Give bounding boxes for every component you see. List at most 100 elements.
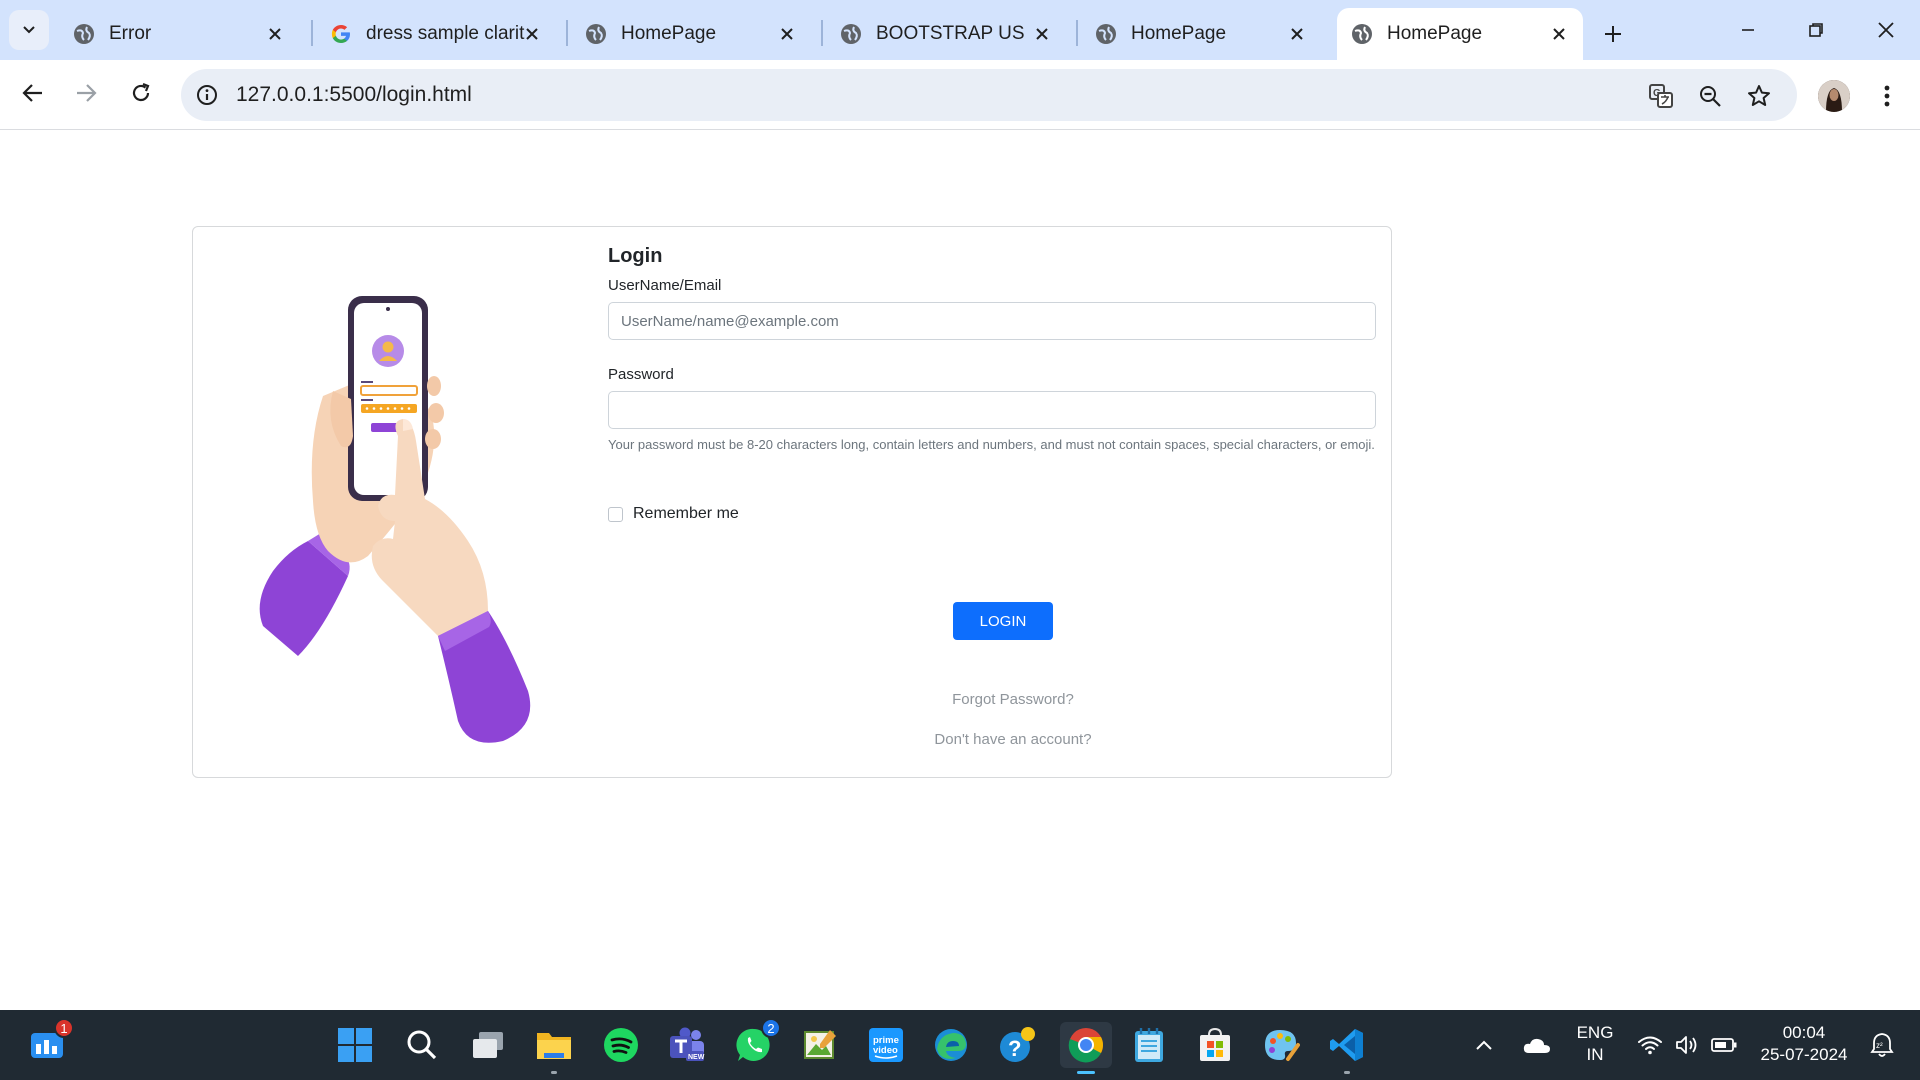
tab-homepage-2[interactable]: HomePage xyxy=(1081,8,1321,60)
phone-login-illustration xyxy=(259,296,531,743)
new-tab-button[interactable] xyxy=(1595,16,1631,52)
close-icon[interactable] xyxy=(1285,22,1309,46)
volume-icon xyxy=(1676,1036,1697,1054)
widgets-button[interactable]: 1 xyxy=(24,1018,74,1068)
wifi-button[interactable] xyxy=(1632,1022,1668,1068)
photo-editor-icon xyxy=(804,1030,836,1059)
help-icon: ? xyxy=(1000,1027,1035,1062)
prime-video-button[interactable]: prime video xyxy=(863,1022,909,1068)
profile-avatar[interactable] xyxy=(1818,80,1850,112)
taskbar-search-button[interactable] xyxy=(399,1022,445,1068)
site-info-icon[interactable] xyxy=(193,81,221,109)
vscode-button[interactable] xyxy=(1324,1022,1370,1074)
zoom-icon[interactable] xyxy=(1695,81,1725,111)
battery-button[interactable] xyxy=(1706,1022,1742,1068)
photos-button[interactable] xyxy=(797,1022,843,1068)
chevron-down-icon xyxy=(23,26,35,34)
whatsapp-button[interactable]: 2 xyxy=(731,1018,781,1068)
close-window-button[interactable] xyxy=(1856,10,1916,50)
svg-text:NEW: NEW xyxy=(688,1054,705,1061)
input-language-indicator[interactable]: ENG IN xyxy=(1566,1022,1624,1066)
globe-icon xyxy=(74,24,94,44)
running-indicator xyxy=(1344,1071,1350,1074)
login-form: Login UserName/Email UserName/name@examp… xyxy=(608,245,1376,748)
tab-separator xyxy=(311,20,313,46)
onedrive-button[interactable] xyxy=(1517,1022,1557,1068)
username-placeholder: UserName/name@example.com xyxy=(621,312,839,330)
clock-time: 00:04 xyxy=(1782,1023,1826,1042)
back-button[interactable] xyxy=(13,73,53,113)
vscode-icon xyxy=(1330,1029,1363,1061)
reload-button[interactable] xyxy=(121,73,161,113)
svg-text:video: video xyxy=(873,1045,898,1056)
login-button[interactable]: LOGIN xyxy=(953,602,1053,640)
notepad-button[interactable] xyxy=(1126,1022,1172,1068)
paint-button[interactable] xyxy=(1258,1022,1304,1068)
tab-separator xyxy=(566,20,568,46)
clock[interactable]: 00:04 25-07-2024 xyxy=(1754,1022,1854,1066)
forgot-password-link[interactable]: Forgot Password? xyxy=(608,691,1418,708)
region-code: IN xyxy=(1586,1045,1604,1064)
restore-button[interactable] xyxy=(1786,10,1846,50)
start-button[interactable] xyxy=(332,1022,378,1068)
cloud-icon xyxy=(1523,1038,1550,1053)
tab-google-search[interactable]: dress sample clarit xyxy=(316,8,556,60)
signup-link[interactable]: Don't have an account? xyxy=(608,731,1418,748)
minimize-button[interactable] xyxy=(1718,10,1778,50)
task-view-button[interactable] xyxy=(465,1022,511,1068)
chevron-up-icon xyxy=(1476,1040,1492,1050)
address-bar[interactable]: 127.0.0.1:5500/login.html G xyxy=(181,69,1797,121)
minimize-icon xyxy=(1742,29,1754,31)
close-icon[interactable] xyxy=(1030,22,1054,46)
remember-me-label[interactable]: Remember me xyxy=(633,505,739,523)
password-input[interactable] xyxy=(608,391,1376,429)
translate-icon[interactable]: G xyxy=(1646,81,1676,111)
globe-icon xyxy=(586,24,606,44)
notification-bell-icon: z² xyxy=(1870,1033,1894,1057)
get-help-button[interactable]: ? xyxy=(994,1022,1040,1068)
show-hidden-icons-button[interactable] xyxy=(1468,1022,1500,1068)
teams-button[interactable]: NEW xyxy=(664,1022,710,1068)
tab-error[interactable]: Error xyxy=(59,8,299,60)
tab-search-button[interactable] xyxy=(9,10,49,50)
tab-homepage-1[interactable]: HomePage xyxy=(571,8,811,60)
task-view-icon xyxy=(473,1032,503,1058)
chrome-button[interactable] xyxy=(1060,1022,1112,1074)
close-icon[interactable] xyxy=(775,22,799,46)
spotify-icon xyxy=(604,1028,638,1062)
notification-center-button[interactable]: z² xyxy=(1862,1022,1902,1068)
spotify-button[interactable] xyxy=(598,1022,644,1068)
username-input[interactable]: UserName/name@example.com xyxy=(608,302,1376,340)
microsoft-store-button[interactable] xyxy=(1192,1022,1238,1068)
volume-button[interactable] xyxy=(1670,1022,1704,1068)
google-icon xyxy=(331,25,350,43)
browser-toolbar: 127.0.0.1:5500/login.html G xyxy=(0,60,1920,130)
close-icon xyxy=(1878,22,1894,38)
file-explorer-button[interactable] xyxy=(531,1022,577,1074)
close-icon[interactable] xyxy=(1547,22,1571,46)
edge-icon xyxy=(935,1029,967,1061)
plus-icon xyxy=(1605,26,1621,42)
svg-text:z²: z² xyxy=(1876,1041,1883,1050)
notification-badge: 2 xyxy=(761,1018,781,1038)
bookmark-star-icon[interactable] xyxy=(1744,81,1774,111)
running-indicator xyxy=(551,1071,557,1074)
forward-button[interactable] xyxy=(66,73,106,113)
globe-icon xyxy=(1096,24,1116,44)
tab-bootstrap[interactable]: BOOTSTRAP USING xyxy=(826,8,1066,60)
more-vertical-icon xyxy=(1884,85,1890,107)
browser-menu-button[interactable] xyxy=(1872,78,1902,114)
close-icon[interactable] xyxy=(520,22,544,46)
teams-icon: NEW xyxy=(670,1027,705,1061)
edge-button[interactable] xyxy=(928,1022,974,1068)
arrow-right-icon xyxy=(77,84,97,102)
windows-taskbar: 1 NEW 2 prime video ? ENG IN 00:04 25-07… xyxy=(0,1010,1920,1080)
tab-separator xyxy=(821,20,823,46)
tab-homepage-active[interactable]: HomePage xyxy=(1337,8,1583,60)
active-window-indicator xyxy=(1077,1071,1095,1074)
close-icon[interactable] xyxy=(263,22,287,46)
reload-icon xyxy=(132,82,150,102)
url-text: 127.0.0.1:5500/login.html xyxy=(236,83,472,106)
notification-badge: 1 xyxy=(54,1018,74,1038)
remember-me-checkbox[interactable] xyxy=(608,506,623,522)
